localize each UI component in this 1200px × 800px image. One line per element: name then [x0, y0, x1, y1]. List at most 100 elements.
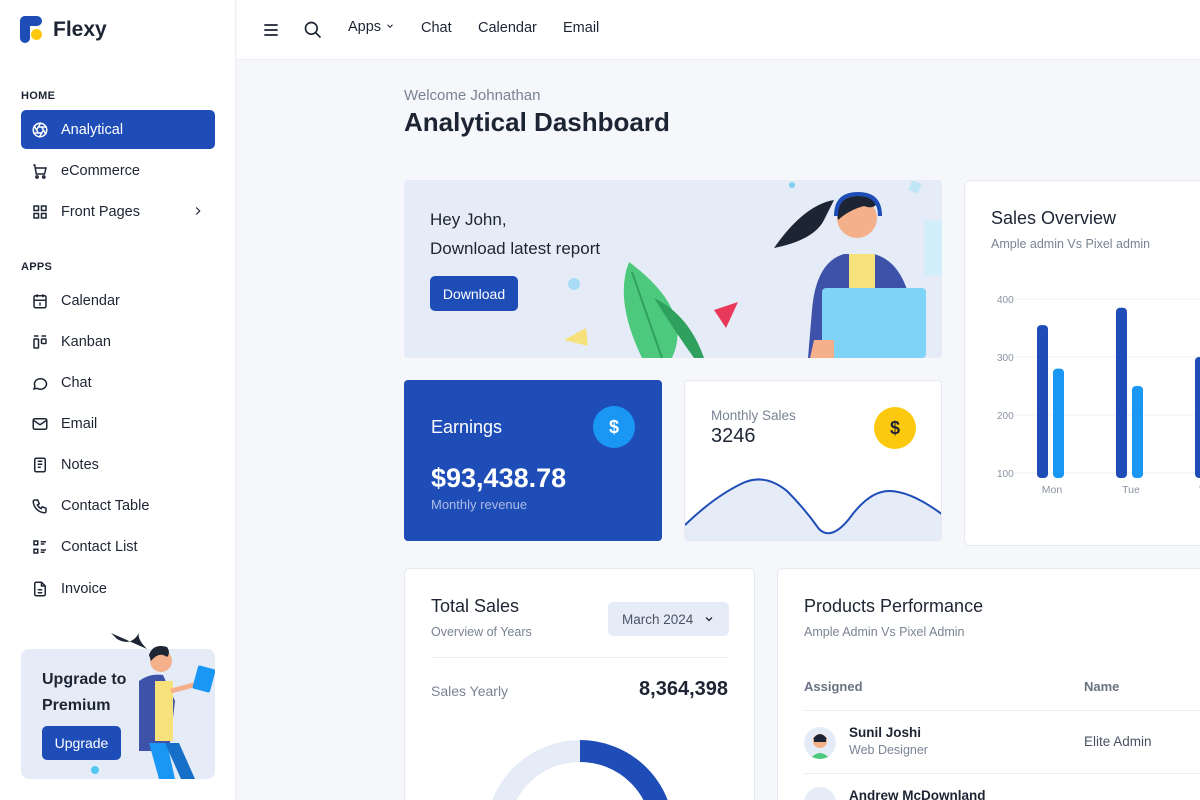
chevron-down-icon	[385, 19, 395, 35]
welcome-text: Welcome Johnathan	[404, 87, 541, 104]
sidebar-item-contact-list[interactable]: Contact List	[21, 527, 215, 566]
sidebar-item-label: Analytical	[61, 121, 124, 138]
table-divider	[804, 710, 1200, 711]
x-tick-label: Tue	[1122, 484, 1140, 496]
upgrade-card: Upgrade to Premium Upgrade	[21, 633, 215, 779]
sidebar-item-label: Contact Table	[61, 497, 150, 514]
table-divider	[804, 773, 1200, 774]
assignee-name: Sunil Joshi	[849, 725, 922, 740]
y-tick-label: 200	[997, 411, 1014, 422]
chevron-right-icon	[191, 204, 205, 222]
download-banner: Hey John, Download latest report Downloa…	[404, 180, 942, 358]
sidebar-item-ecommerce[interactable]: eCommerce	[21, 151, 215, 190]
list-icon	[31, 538, 49, 556]
search-icon[interactable]	[303, 20, 323, 40]
monthly-sales-value: 3246	[711, 425, 756, 447]
earnings-subtitle: Monthly revenue	[431, 497, 528, 512]
avatar	[804, 787, 836, 800]
sales-overview-chart: 400300200100MonTueWed	[997, 295, 1200, 496]
chevron-down-icon	[703, 613, 715, 628]
y-tick-label: 300	[997, 353, 1014, 364]
sidebar-item-invoice[interactable]: Invoice	[21, 569, 215, 608]
sidebar: Flexy HOME Analytical eCommerce Front Pa…	[0, 0, 236, 800]
sidebar-item-label: eCommerce	[61, 162, 140, 179]
chat-icon	[31, 374, 49, 392]
invoice-icon	[31, 580, 49, 598]
sales-overview-card: Sales Overview Ample admin Vs Pixel admi…	[964, 180, 1200, 546]
y-tick-label: 400	[997, 295, 1014, 306]
dollar-icon: $	[874, 407, 916, 449]
products-performance-card: Products Performance Ample Admin Vs Pixe…	[777, 568, 1200, 800]
bar-tue-series-1[interactable]	[1116, 307, 1127, 478]
section-title-apps: APPS	[21, 261, 53, 273]
header-link-calendar[interactable]: Calendar	[478, 20, 537, 36]
monthly-sales-sparkline	[685, 478, 941, 540]
sidebar-item-notes[interactable]: Notes	[21, 445, 215, 484]
column-header-name: Name	[1084, 679, 1120, 694]
avatar	[804, 727, 836, 759]
upgrade-illustration	[111, 633, 215, 779]
sidebar-item-label: Kanban	[61, 333, 111, 350]
total-sales-card: Total Sales Overview of Years March 2024…	[404, 568, 755, 800]
sidebar-item-label: Calendar	[61, 292, 120, 309]
x-tick-label: Mon	[1042, 484, 1063, 496]
sidebar-item-label: Front Pages	[61, 203, 140, 220]
brand-name: Flexy	[53, 17, 107, 41]
sidebar-item-label: Invoice	[61, 580, 107, 597]
products-performance-title: Products Performance	[804, 596, 984, 616]
aperture-icon	[31, 121, 49, 139]
header-link-chat[interactable]: Chat	[421, 20, 452, 36]
total-sales-subtitle: Overview of Years	[431, 625, 532, 639]
earnings-card: Earnings $ $93,438.78 Monthly revenue	[404, 380, 662, 541]
sidebar-item-kanban[interactable]: Kanban	[21, 322, 215, 361]
sidebar-item-contact-table[interactable]: Contact Table	[21, 486, 215, 525]
earnings-value: $93,438.78	[431, 463, 567, 493]
logo-icon	[20, 16, 44, 43]
bar-tue-series-2[interactable]	[1132, 386, 1143, 478]
decor-dot	[91, 766, 99, 774]
cart-icon	[31, 162, 49, 180]
month-select[interactable]: March 2024	[608, 602, 729, 636]
project-name: Elite Admin	[1084, 734, 1152, 749]
sidebar-item-chat[interactable]: Chat	[21, 363, 215, 402]
phone-icon	[31, 497, 49, 515]
bar-mon-series-2[interactable]	[1053, 368, 1064, 478]
brand-logo[interactable]: Flexy	[20, 16, 107, 43]
sidebar-item-email[interactable]: Email	[21, 404, 215, 443]
sidebar-item-label: Notes	[61, 456, 99, 473]
y-tick-label: 100	[997, 469, 1014, 480]
monthly-sales-title: Monthly Sales	[711, 408, 796, 423]
sales-overview-title: Sales Overview	[991, 208, 1117, 228]
sales-yearly-value: 8,364,398	[639, 678, 728, 700]
sales-overview-subtitle: Ample admin Vs Pixel admin	[991, 237, 1151, 251]
bar-wed-series-1[interactable]	[1195, 357, 1200, 478]
column-header-assigned: Assigned	[804, 679, 863, 694]
total-sales-donut	[492, 740, 668, 800]
kanban-icon	[31, 333, 49, 351]
total-sales-title: Total Sales	[431, 596, 520, 616]
products-performance-subtitle: Ample Admin Vs Pixel Admin	[804, 625, 965, 639]
assignee-name: Andrew McDownland	[849, 788, 986, 800]
sidebar-item-analytical[interactable]: Analytical	[21, 110, 215, 149]
top-header: Apps Chat Calendar Email	[237, 0, 1200, 60]
month-select-value: March 2024	[622, 611, 694, 627]
earnings-title: Earnings	[431, 417, 503, 437]
notes-icon	[31, 456, 49, 474]
sales-yearly-label: Sales Yearly	[431, 683, 509, 699]
calendar-icon	[31, 292, 49, 310]
menu-icon[interactable]	[261, 20, 281, 40]
bar-mon-series-1[interactable]	[1037, 325, 1048, 478]
header-link-email[interactable]: Email	[563, 20, 599, 36]
section-title-home: HOME	[21, 90, 56, 102]
grid-icon	[31, 203, 49, 221]
dollar-icon: $	[593, 406, 635, 448]
monthly-sales-card: Monthly Sales 3246 $	[684, 380, 942, 541]
banner-illustration	[564, 180, 942, 358]
divider	[431, 657, 729, 658]
assignee-role: Web Designer	[849, 743, 928, 757]
sidebar-item-label: Email	[61, 415, 98, 432]
sidebar-item-calendar[interactable]: Calendar	[21, 281, 215, 320]
header-link-apps[interactable]: Apps	[348, 19, 395, 35]
sidebar-item-front-pages[interactable]: Front Pages	[21, 192, 215, 231]
page-title: Analytical Dashboard	[404, 107, 670, 137]
